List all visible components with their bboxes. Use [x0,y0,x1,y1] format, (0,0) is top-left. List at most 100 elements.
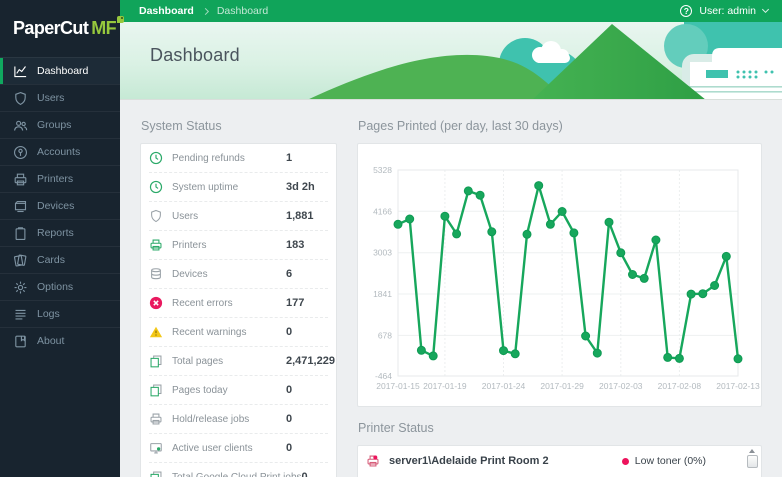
sidebar-item-accounts[interactable]: Accounts [0,138,120,165]
status-row-pages-today: Pages today0 [149,376,328,405]
status-value: 0 [286,384,328,396]
warning-icon [149,325,163,339]
clock-icon [149,151,163,165]
sidebar-item-label: Printers [37,173,73,185]
svg-text:1841: 1841 [373,289,392,299]
sidebar-item-label: Logs [37,308,60,320]
status-label: Active user clients [172,443,286,454]
sidebar-item-label: Accounts [37,146,80,158]
stack-icon [149,267,163,281]
printer-status-text: Low toner (0%) [635,455,706,467]
app-logo[interactable]: PaperCutMF [0,0,120,57]
status-label: System uptime [172,182,286,193]
svg-text:2017-02-13: 2017-02-13 [716,381,760,391]
hills-illustration [282,22,782,100]
sidebar: PaperCutMF DashboardUsersGroups Accounts P… [0,0,120,477]
svg-text:2017-01-24: 2017-01-24 [482,381,526,391]
sidebar-item-about[interactable]: About [0,327,120,354]
error-icon [149,296,163,310]
status-value: 1,881 [286,210,328,222]
status-row-pending-refunds: Pending refunds1 [149,144,328,173]
sidebar-item-users[interactable]: Users [0,84,120,111]
svg-text:2017-01-19: 2017-01-19 [423,381,467,391]
help-icon[interactable]: ? [680,5,692,17]
status-label: Printers [172,240,286,251]
shield-icon [149,209,163,223]
printer-icon [149,238,163,252]
groups-icon [13,118,28,133]
accounts-icon [13,145,28,160]
sidebar-item-label: Reports [37,227,74,239]
status-row-recent-errors: Recent errors177 [149,289,328,318]
svg-text:2017-02-08: 2017-02-08 [658,381,702,391]
breadcrumb: Dashboard Dashboard [139,5,268,17]
printer-status-card: server1\Adelaide Print Room 2 Low toner (… [357,445,762,477]
printer-status-title: Printer Status [358,421,762,436]
line-chart-canvas: 5328416630031841678-4642017-01-152017-01… [358,144,761,406]
system-status-title: System Status [141,119,337,134]
scroll-up-icon[interactable] [749,449,755,453]
sidebar-nav: DashboardUsersGroups Accounts Printers Devi… [0,57,120,354]
scrollbar-thumb[interactable] [747,455,758,468]
logo-text: PaperCut [13,18,88,38]
status-label: Total Google Cloud Print jobs [172,472,302,477]
sidebar-item-dashboard[interactable]: Dashboard [0,57,120,84]
dashboard-icon [13,64,28,79]
status-value: 183 [286,239,328,251]
sidebar-item-groups[interactable]: Groups [0,111,120,138]
svg-text:4166: 4166 [373,206,392,216]
sidebar-item-devices[interactable]: Devices [0,192,120,219]
status-value: 0 [286,442,328,454]
user-menu-label: User: admin [699,5,756,17]
clock-icon [149,180,163,194]
about-icon [13,334,28,349]
status-value: 0 [286,413,328,425]
svg-text:-464: -464 [375,371,392,381]
status-row-total-pages: Total pages2,471,229 [149,347,328,376]
content-area: System Status Pending refunds1 System upt… [120,100,782,477]
svg-text:5328: 5328 [373,165,392,175]
users-icon [13,91,28,106]
status-value: 2,471,229 [286,355,328,367]
status-row-users: Users1,881 [149,202,328,231]
system-status-card: Pending refunds1System uptime3d 2hUsers1… [140,143,337,477]
sidebar-item-label: Devices [37,200,74,212]
breadcrumb-item-dashboard[interactable]: Dashboard [139,5,194,17]
papercut-app: PaperCutMF DashboardUsersGroupsAccountsP… [0,0,782,477]
user-menu[interactable]: ? User: admin [680,5,768,17]
pages-printed-chart: 5328416630031841678-4642017-01-152017-01… [357,143,762,407]
status-row-recent-warnings: Recent warnings0 [149,318,328,347]
main-area: Dashboard Dashboard ? User: admin Dashbo… [120,0,782,477]
status-row-hold-release-jobs: Hold/release jobs0 [149,405,328,434]
printer-name-link[interactable]: server1\Adelaide Print Room 2 [389,455,549,467]
sidebar-item-cards[interactable]: Cards [0,246,120,273]
sidebar-item-logs[interactable]: Logs [0,300,120,327]
status-row-printers: Printers183 [149,231,328,260]
breadcrumb-item-current: Dashboard [217,5,268,17]
svg-text:2017-02-03: 2017-02-03 [599,381,643,391]
chevron-right-icon [202,7,209,14]
status-row-devices: Devices6 [149,260,328,289]
status-label: Hold/release jobs [172,414,286,425]
sidebar-item-printers[interactable]: Printers [0,165,120,192]
pages-icon [149,383,163,397]
status-label: Recent errors [172,298,286,309]
status-row-total-google-cloud-print-jobs: Total Google Cloud Print jobs0 [149,463,328,477]
svg-text:3003: 3003 [373,248,392,258]
chevron-down-icon [762,6,769,13]
printer-list-scrollbar[interactable] [746,449,758,468]
printer-row-server1-adelaide-print-room-2: server1\Adelaide Print Room 2 Low toner (… [358,446,761,476]
svg-text:678: 678 [378,330,392,340]
printers-icon [13,172,28,187]
cards-icon [13,253,28,268]
client-icon [149,441,163,455]
sidebar-item-options[interactable]: Options [0,273,120,300]
svg-text:2017-01-15: 2017-01-15 [376,381,420,391]
sidebar-item-reports[interactable]: Reports [0,219,120,246]
pages-printed-title: Pages Printed (per day, last 30 days) [358,119,762,134]
low-toner-dot-icon [622,458,629,465]
status-row-active-user-clients: Active user clients0 [149,434,328,463]
printer-status-indicator: Low toner (0%) [622,446,706,476]
sidebar-item-label: Options [37,281,73,293]
printer-gray-icon [149,412,163,426]
